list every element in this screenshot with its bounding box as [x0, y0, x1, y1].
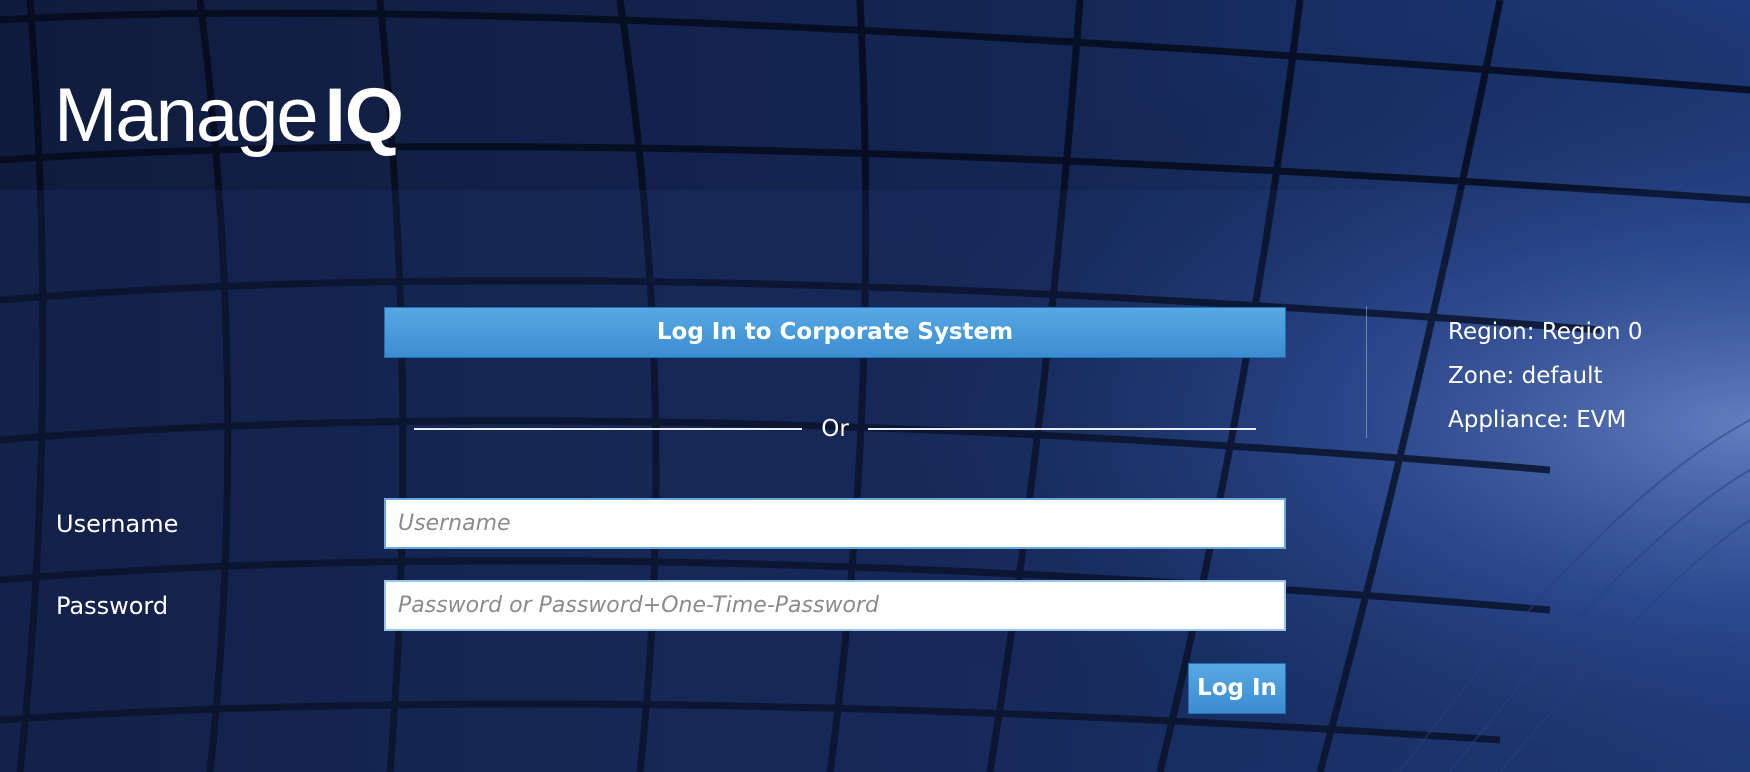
content-band	[0, 190, 1750, 772]
vertical-divider	[1366, 306, 1367, 438]
region-text: Region: Region 0	[1448, 319, 1643, 345]
separator-line-right	[868, 428, 1256, 430]
manageiq-logo: Manage IQ	[54, 73, 404, 168]
login-button[interactable]: Log In	[1188, 663, 1286, 714]
password-label: Password	[56, 592, 169, 620]
logo-text-iq: IQ	[324, 73, 404, 158]
separator-line-left	[414, 428, 802, 430]
server-info: Region: Region 0 Zone: default Appliance…	[1448, 310, 1642, 442]
login-page: Manage IQ Log In to Corporate System Or …	[0, 0, 1750, 772]
logo-text-manage: Manage	[54, 73, 319, 158]
username-input[interactable]	[384, 498, 1286, 549]
password-input[interactable]	[384, 580, 1286, 631]
or-separator: Or	[414, 416, 1256, 446]
zone-text: Zone: default	[1448, 363, 1603, 389]
appliance-text: Appliance: EVM	[1448, 407, 1627, 433]
corporate-login-button[interactable]: Log In to Corporate System	[384, 307, 1286, 358]
separator-label: Or	[821, 416, 849, 442]
username-label: Username	[56, 510, 179, 538]
